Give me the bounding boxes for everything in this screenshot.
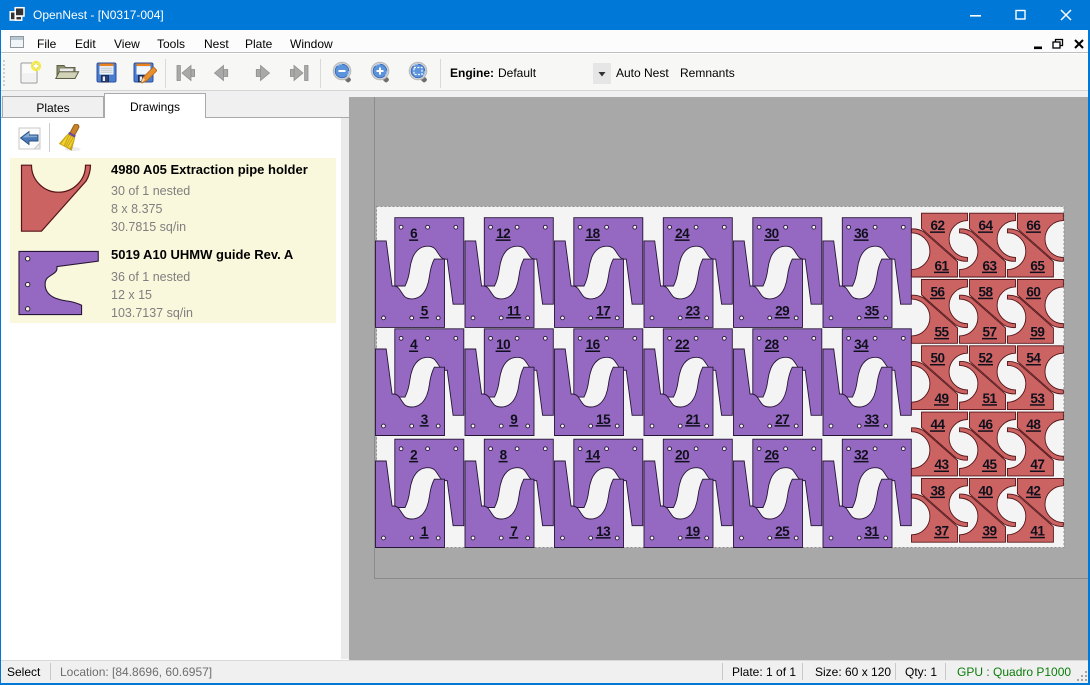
- svg-text:60: 60: [1026, 284, 1040, 299]
- svg-text:14: 14: [586, 448, 601, 463]
- svg-text:38: 38: [930, 483, 945, 498]
- svg-text:63: 63: [982, 258, 997, 273]
- svg-text:47: 47: [1030, 457, 1044, 472]
- svg-text:26: 26: [765, 448, 780, 463]
- svg-text:35: 35: [865, 304, 880, 319]
- svg-text:53: 53: [1030, 391, 1045, 406]
- svg-text:46: 46: [978, 417, 993, 432]
- svg-text:61: 61: [934, 258, 949, 273]
- svg-text:15: 15: [596, 412, 611, 427]
- svg-text:2: 2: [410, 448, 417, 463]
- svg-text:28: 28: [765, 337, 780, 352]
- svg-text:17: 17: [596, 304, 610, 319]
- svg-text:23: 23: [686, 304, 701, 319]
- svg-text:5: 5: [421, 304, 429, 319]
- svg-text:32: 32: [854, 448, 868, 463]
- svg-text:3: 3: [421, 412, 429, 427]
- svg-text:31: 31: [865, 524, 880, 539]
- svg-text:50: 50: [930, 351, 944, 366]
- svg-text:19: 19: [686, 524, 700, 539]
- svg-text:27: 27: [775, 412, 789, 427]
- svg-text:1: 1: [421, 524, 429, 539]
- svg-text:11: 11: [507, 304, 521, 319]
- svg-text:12: 12: [496, 226, 510, 241]
- svg-text:13: 13: [596, 524, 611, 539]
- svg-text:40: 40: [978, 483, 992, 498]
- svg-text:34: 34: [854, 337, 869, 352]
- svg-text:10: 10: [496, 337, 510, 352]
- svg-text:49: 49: [934, 391, 948, 406]
- svg-text:44: 44: [930, 417, 945, 432]
- svg-text:9: 9: [510, 412, 517, 427]
- svg-text:37: 37: [934, 524, 948, 539]
- svg-text:6: 6: [410, 226, 418, 241]
- svg-text:36: 36: [854, 226, 869, 241]
- svg-text:20: 20: [675, 448, 689, 463]
- svg-text:21: 21: [686, 412, 701, 427]
- svg-text:55: 55: [934, 325, 949, 340]
- svg-text:25: 25: [775, 524, 790, 539]
- svg-text:62: 62: [930, 218, 944, 233]
- svg-text:43: 43: [934, 457, 949, 472]
- svg-text:30: 30: [765, 226, 779, 241]
- svg-text:65: 65: [1030, 258, 1045, 273]
- svg-text:54: 54: [1026, 351, 1041, 366]
- svg-text:51: 51: [982, 391, 997, 406]
- svg-text:59: 59: [1030, 325, 1044, 340]
- svg-text:56: 56: [930, 284, 945, 299]
- svg-text:45: 45: [982, 457, 997, 472]
- svg-text:33: 33: [865, 412, 880, 427]
- svg-text:48: 48: [1026, 417, 1041, 432]
- svg-text:4: 4: [410, 337, 418, 352]
- svg-text:41: 41: [1030, 524, 1045, 539]
- svg-text:58: 58: [978, 284, 993, 299]
- svg-text:66: 66: [1026, 218, 1041, 233]
- svg-text:7: 7: [510, 524, 517, 539]
- svg-text:52: 52: [978, 351, 992, 366]
- svg-text:16: 16: [586, 337, 601, 352]
- svg-text:22: 22: [675, 337, 689, 352]
- svg-text:42: 42: [1026, 483, 1040, 498]
- svg-text:18: 18: [586, 226, 601, 241]
- svg-text:57: 57: [982, 325, 996, 340]
- svg-text:24: 24: [675, 226, 690, 241]
- svg-text:29: 29: [775, 304, 789, 319]
- svg-text:8: 8: [500, 448, 508, 463]
- svg-text:39: 39: [982, 524, 996, 539]
- svg-text:64: 64: [978, 218, 993, 233]
